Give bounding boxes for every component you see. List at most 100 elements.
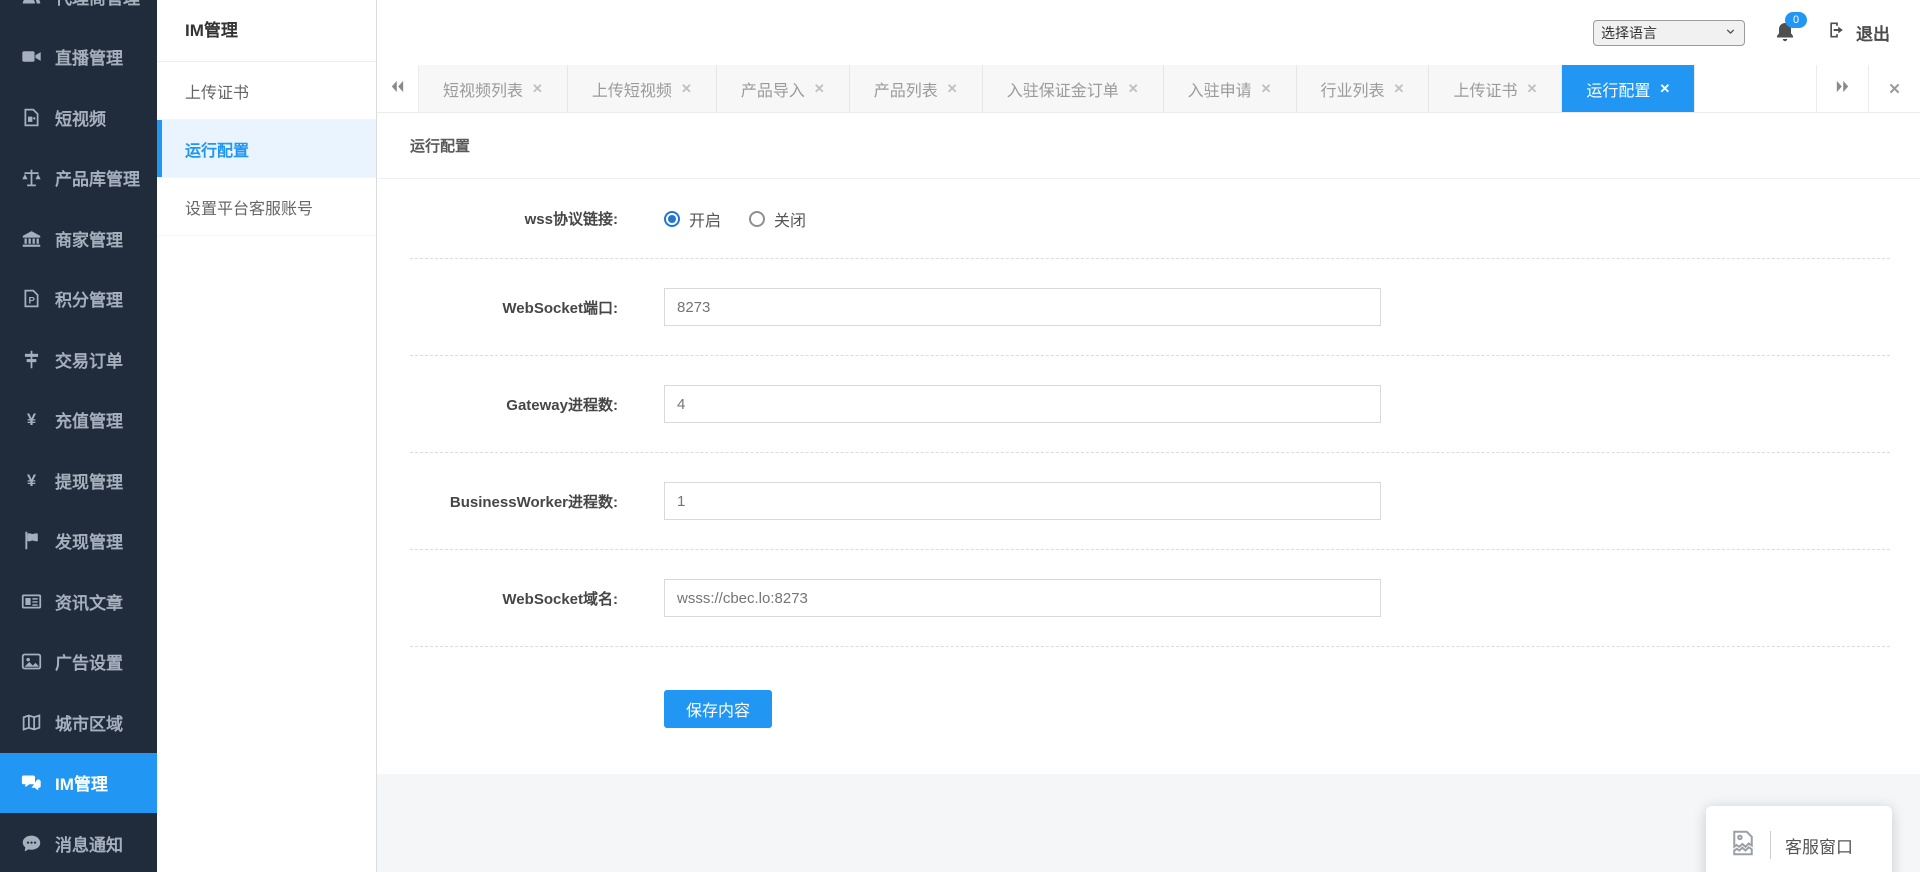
tab-close-icon[interactable]: ✕ [532,81,543,97]
sidebar-item-live-management[interactable]: 直播管理 [0,27,157,88]
radio-unchecked-icon[interactable] [749,211,765,227]
businessworker-processes-input[interactable] [664,482,1381,520]
submenu-item-label: 设置平台客服账号 [185,195,313,219]
websocket-domain-label: WebSocket域名: [410,588,618,609]
tab-run-config[interactable]: 运行配置 ✕ [1562,65,1695,112]
tab-upload-cert[interactable]: 上传证书 ✕ [1429,65,1562,112]
form-row-wss-protocol: wss协议链接: 开启 关闭 [410,179,1890,259]
sidebar-item-im-management[interactable]: IM管理 [0,753,157,814]
submenu-item-upload-cert[interactable]: 上传证书 [157,62,376,120]
tabs-scroll-right-button[interactable] [1816,65,1868,112]
tab-product-list[interactable]: 产品列表 ✕ [850,65,983,112]
svg-text:¥: ¥ [26,471,36,490]
tab-close-icon[interactable]: ✕ [814,81,825,97]
sidebar-item-label: 短视频 [55,105,106,130]
sidebar-item-discover-management[interactable]: 发现管理 [0,511,157,572]
tab-close-icon[interactable]: ✕ [1659,81,1670,97]
wss-protocol-radio-0[interactable]: 开启 [664,207,721,231]
websocket-port-input[interactable] [664,288,1381,326]
submenu-item-label: 运行配置 [185,137,249,161]
svg-text:P: P [28,296,35,307]
sidebar-item-product-library[interactable]: 产品库管理 [0,148,157,209]
logout-label: 退出 [1856,20,1890,45]
tabs-close-all-button[interactable]: ✕ [1868,65,1920,112]
tab-label: 运行配置 [1586,77,1650,101]
map-icon [20,711,42,733]
tab-spacer [1695,65,1816,112]
notifications-button[interactable]: 0 [1773,20,1799,46]
tab-label: 产品导入 [741,77,805,101]
sidebar-menu: 代理商管理直播管理短视频产品库管理商家管理P积分管理交易订单¥充值管理¥提现管理… [0,0,157,872]
tab-upload-short-video[interactable]: 上传短视频✕ [568,65,717,112]
chevron-down-icon [1724,25,1737,41]
tab-label: 入驻保证金订单 [1007,77,1119,101]
signpost-yen-icon [20,348,42,370]
submenu-title: IM管理 [157,0,376,62]
tab-close-icon[interactable]: ✕ [947,81,958,97]
sidebar-item-label: 代理商管理 [55,0,140,9]
tab-short-video-list[interactable]: 短视频列表✕ [419,65,568,112]
sidebar-item-message-notify[interactable]: 消息通知 [0,813,157,872]
sidebar-item-withdraw-management[interactable]: ¥提现管理 [0,450,157,511]
save-button[interactable]: 保存内容 [664,690,772,728]
tab-label: 行业列表 [1321,77,1385,101]
newspaper-icon [20,590,42,612]
tab-close-icon[interactable]: ✕ [1394,81,1405,97]
flag-icon [20,530,42,552]
form-row-websocket-port: WebSocket端口: [410,259,1890,356]
wss-protocol-radio-1[interactable]: 关闭 [749,207,806,231]
tab-close-icon[interactable]: ✕ [1128,81,1139,97]
tab-bar: 短视频列表✕上传短视频✕产品导入✕产品列表✕入驻保证金订单✕入驻申请✕行业列表✕… [377,65,1920,113]
gateway-processes-input[interactable] [664,385,1381,423]
wss-protocol-label: wss协议链接: [410,208,618,229]
main-sidebar: 代理商管理直播管理短视频产品库管理商家管理P积分管理交易订单¥充值管理¥提现管理… [0,0,157,872]
chevrons-right-icon [1834,78,1851,100]
tab-label: 产品列表 [874,77,938,101]
sidebar-item-recharge-management[interactable]: ¥充值管理 [0,390,157,451]
bank-icon [20,227,42,249]
tab-close-icon[interactable]: ✕ [681,81,692,97]
yen-icon: ¥ [20,469,42,491]
sidebar-item-short-video[interactable]: 短视频 [0,87,157,148]
sidebar-item-agent-management[interactable]: 代理商管理 [0,0,157,27]
tab-close-icon[interactable]: ✕ [1261,81,1272,97]
notification-badge: 0 [1785,12,1807,28]
customer-service-widget[interactable]: 客服窗口 [1706,806,1892,872]
sidebar-item-merchant-management[interactable]: 商家管理 [0,208,157,269]
tabs-scroll-left-button[interactable] [377,65,419,112]
submenu-item-run-config[interactable]: 运行配置 [157,120,376,178]
tab-close-icon[interactable]: ✕ [1526,81,1537,97]
comment-dots-icon [20,832,42,854]
tab-entry-apply[interactable]: 入驻申请✕ [1164,65,1297,112]
tab-label: 上传证书 [1453,77,1517,101]
radio-option-label: 开启 [689,207,721,231]
language-select-value: 选择语言 [1601,23,1657,43]
tab-industry-list[interactable]: 行业列表 ✕ [1297,65,1430,112]
sidebar-item-city-regions[interactable]: 城市区域 [0,692,157,753]
form-row-gateway-processes: Gateway进程数: [410,356,1890,453]
users-icon [20,0,42,7]
tab-deposit-orders[interactable]: 入驻保证金订单 ✕ [983,65,1164,112]
sign-out-icon [1827,20,1847,45]
language-select[interactable]: 选择语言 [1593,20,1745,46]
submenu-sidebar: IM管理 上传证书运行配置设置平台客服账号 [157,0,377,872]
sidebar-item-news-articles[interactable]: 资讯文章 [0,571,157,632]
sidebar-item-points-management[interactable]: P积分管理 [0,269,157,330]
gateway-processes-label: Gateway进程数: [410,394,618,415]
websocket-domain-input[interactable] [664,579,1381,617]
customer-service-label: 客服窗口 [1785,833,1853,858]
radio-option-label: 关闭 [774,207,806,231]
main-area: 选择语言 0 退出 短视频列表✕上传短视频✕ 产品导入 ✕ 产品列表 ✕ 入驻保证金订单 ✕… [377,0,1920,872]
sidebar-item-ad-settings[interactable]: 广告设置 [0,632,157,693]
tab-product-import[interactable]: 产品导入 ✕ [717,65,850,112]
sidebar-item-label: 资讯文章 [55,589,123,614]
image-icon [20,651,42,673]
logout-button[interactable]: 退出 [1827,20,1890,45]
chevrons-left-icon [389,78,406,100]
comments-icon [20,772,42,794]
file-video-icon [20,106,42,128]
submenu-item-service-account[interactable]: 设置平台客服账号 [157,178,376,236]
radio-checked-icon[interactable] [664,211,680,227]
businessworker-processes-label: BusinessWorker进程数: [410,491,618,512]
sidebar-item-trade-orders[interactable]: 交易订单 [0,329,157,390]
